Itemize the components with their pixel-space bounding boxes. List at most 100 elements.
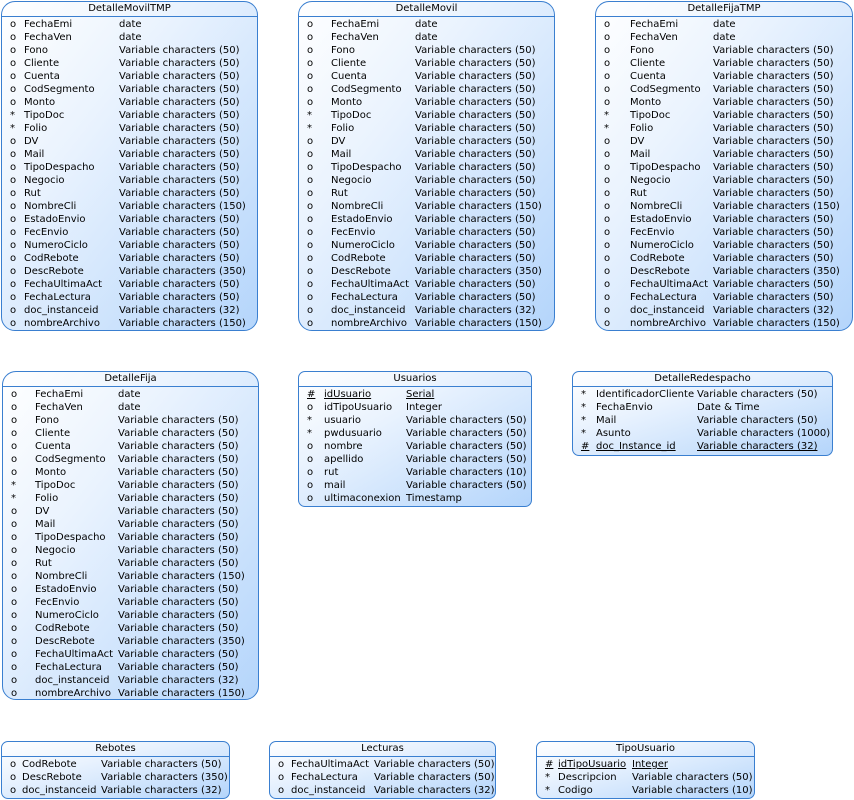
primary-key-marker: # [545,759,554,770]
attribute-type: Variable characters (50) [415,227,536,238]
attribute-type: date [713,19,736,30]
optional-marker: o [10,162,17,173]
attribute-row: o CodSegmento Variable characters (50) [2,83,257,96]
attribute-row: o CodRebote Variable characters (50) [299,252,554,265]
mandatory-marker: * [581,428,586,439]
attribute-type: Variable characters (50) [118,662,239,673]
attribute-name: FechaUltimaAct [630,279,709,290]
entity-detallefijatmp[interactable]: DetalleFijaTMP o FechaEmi date o FechaVen date… [595,1,853,331]
entity-detallefija[interactable]: DetalleFija o FechaEmi date o FechaVen date o Fo… [2,371,259,700]
attribute-row: o DV Variable characters (50) [2,135,257,148]
attribute-row: o FechaUltimaAct Variable characters (50) [299,278,554,291]
optional-marker: o [11,441,18,452]
entity-title: DetalleFija [104,373,157,384]
attribute-type: Variable characters (50) [415,240,536,251]
optional-marker: o [604,175,611,186]
attribute-name: Monto [24,97,56,108]
attribute-type: Variable characters (50) [713,279,834,290]
attribute-name: Cliente [24,58,60,69]
attribute-name: nombre [324,441,363,452]
attribute-type: Variable characters (150) [415,201,542,212]
attribute-row: o FechaLectura Variable characters (50) [270,771,495,784]
attribute-row: o FechaVen date [2,31,257,44]
attribute-row: o CodRebote Variable characters (50) [3,622,258,635]
attribute-row: * Folio Variable characters (50) [3,492,258,505]
attribute-row: o DV Variable characters (50) [299,135,554,148]
attribute-row: o Negocio Variable characters (50) [2,174,257,187]
attribute-row: * TipoDoc Variable characters (50) [2,109,257,122]
attribute-type: Variable characters (50) [415,123,536,134]
attribute-name: Rut [331,188,348,199]
entity-detallemoviltmp[interactable]: DetalleMovilTMP o FechaEmi date o FechaVen dat… [1,1,258,331]
attribute-type: Variable characters (50) [713,84,834,95]
optional-marker: o [307,441,314,452]
mandatory-marker: * [604,123,609,134]
attribute-type: Variable characters (32) [119,305,240,316]
attribute-row: o FechaEmi date [2,18,257,31]
optional-marker: o [307,253,314,264]
attribute-type: Variable characters (150) [118,571,245,582]
attribute-type: Variable characters (50) [119,97,240,108]
attribute-name: Monto [630,97,662,108]
attribute-row: o nombreArchivo Variable characters (150) [3,687,258,700]
attribute-type: Variable characters (50) [415,136,536,147]
attribute-type: Variable characters (50) [118,441,239,452]
entity-lecturas[interactable]: Lecturas o FechaUltimaAct Variable characte… [269,741,496,799]
attribute-row: o FechaLectura Variable characters (50) [299,291,554,304]
optional-marker: o [10,305,17,316]
attribute-name: CodRebote [35,623,90,634]
attribute-row: o EstadoEnvio Variable characters (50) [2,213,257,226]
attribute-type: date [119,19,142,30]
attribute-name: Negocio [630,175,671,186]
attribute-type: Variable characters (150) [118,688,245,699]
mandatory-marker: * [545,772,550,783]
entity-title-divider [2,16,257,17]
entity-usuarios[interactable]: Usuarios # idUsuario Serial o idTipoUsuario In… [298,371,532,507]
attribute-name: nombreArchivo [35,688,111,699]
attribute-type: Variable characters (50) [119,71,240,82]
optional-marker: o [307,240,314,251]
attribute-name: FecEnvio [35,597,80,608]
attribute-row: o FechaLectura Variable characters (50) [596,291,852,304]
entity-detallemovil[interactable]: DetalleMovil o FechaEmi date o FechaVen date o F… [298,1,555,331]
attribute-type: Variable characters (50) [118,415,239,426]
entity-detalleredespacho[interactable]: DetalleRedespacho * IdentificadorCliente Va… [572,371,833,456]
optional-marker: o [604,188,611,199]
attribute-name: FechaUltimaAct [35,649,114,660]
attribute-name: FecEnvio [24,227,69,238]
attribute-row: o Fono Variable characters (50) [299,44,554,57]
attribute-type: Variable characters (50) [374,772,495,783]
optional-marker: o [307,58,314,69]
attribute-name: idUsuario [324,389,372,400]
optional-marker: o [11,597,18,608]
attribute-name: doc_instanceid [630,305,705,316]
attribute-row: * Descripcion Variable characters (50) [537,771,754,784]
entity-tipousuario[interactable]: TipoUsuario # idTipoUsuario Integer * Descrip… [536,741,755,799]
attribute-name: DV [24,136,39,147]
mandatory-marker: * [307,110,312,121]
attribute-row: o FecEnvio Variable characters (50) [596,226,852,239]
attribute-name: FechaEnvio [596,402,653,413]
optional-marker: o [307,480,314,491]
attribute-type: Variable characters (50) [713,149,834,160]
attribute-name: DV [331,136,346,147]
optional-marker: o [11,389,18,400]
attribute-row: o FechaEmi date [596,18,852,31]
attribute-name: Fono [24,45,48,56]
optional-marker: o [11,519,18,530]
attribute-name: FechaEmi [35,389,84,400]
attribute-row: o Cuenta Variable characters (50) [2,70,257,83]
attribute-row: o doc_instanceid Variable characters (32) [299,304,554,317]
attribute-type: Variable characters (50) [713,162,834,173]
entity-title-divider [573,386,832,387]
entity-rebotes[interactable]: Rebotes o CodRebote Variable characters (50… [1,741,230,799]
entity-title-divider [3,386,258,387]
attribute-type: Variable characters (50) [118,506,239,517]
entity-title-divider [537,756,754,757]
attribute-name: TipoDespacho [331,162,402,173]
attribute-type: Variable characters (350) [118,636,245,647]
entity-title-divider [299,386,531,387]
optional-marker: o [10,136,17,147]
optional-marker: o [11,428,18,439]
optional-marker: o [11,636,18,647]
